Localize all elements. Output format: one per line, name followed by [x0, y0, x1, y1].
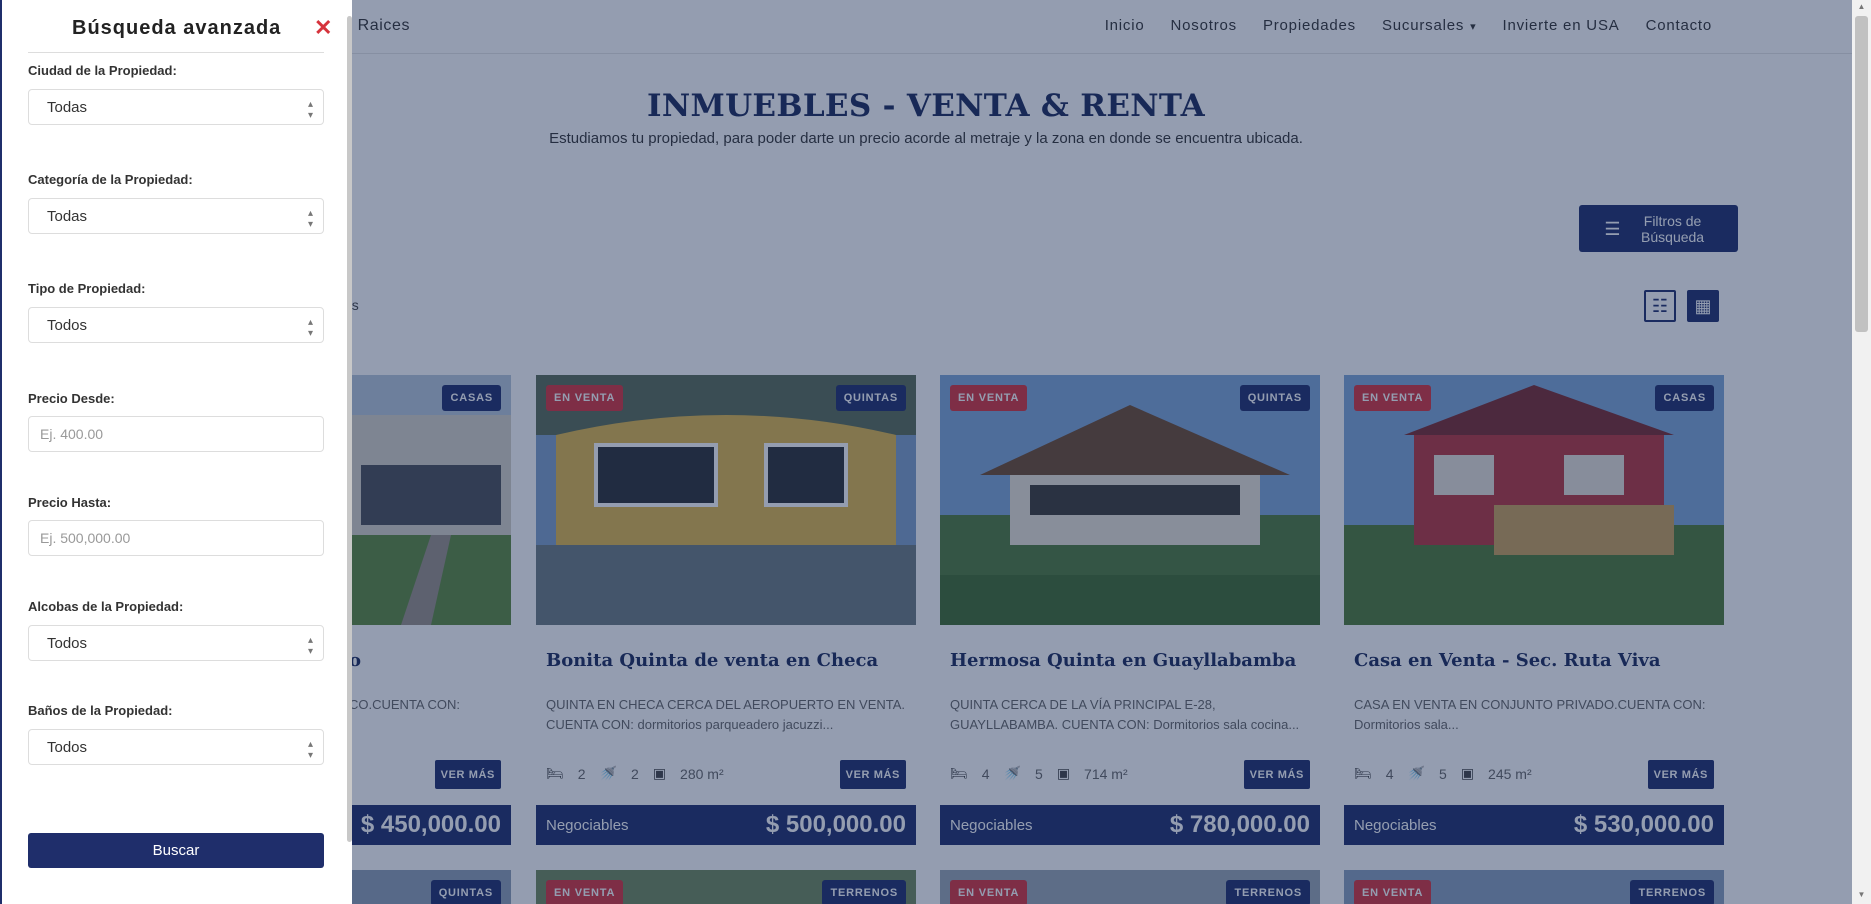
alcobas-select[interactable]: Todos ▴ ▾ [28, 625, 324, 661]
divider [28, 52, 324, 53]
alcobas-label: Alcobas de la Propiedad: [28, 599, 184, 614]
chevron-down-icon: ▴ ▾ [307, 317, 313, 339]
chevron-down-icon: ▴ ▾ [307, 208, 313, 230]
banos-label: Baños de la Propiedad: [28, 703, 173, 718]
categoria-select[interactable]: Todas ▴ ▾ [28, 198, 324, 234]
chevron-down-icon: ▴ ▾ [307, 635, 313, 657]
precio-desde-input[interactable]: Ej. 400.00 [28, 416, 324, 452]
advanced-search-panel: Búsqueda avanzada ✕ Ciudad de la Propied… [0, 0, 352, 904]
alcobas-value: Todos [47, 634, 88, 652]
chevron-down-icon: ▴ ▾ [307, 99, 313, 121]
scroll-thumb[interactable] [1855, 16, 1868, 332]
categoria-label: Categoría de la Propiedad: [28, 172, 193, 187]
chevron-down-icon: ▴ ▾ [307, 739, 313, 761]
panel-title: Búsqueda avanzada [72, 17, 282, 39]
banos-value: Todos [47, 738, 88, 756]
tipo-label: Tipo de Propiedad: [28, 281, 146, 296]
precio-hasta-input[interactable]: Ej. 500,000.00 [28, 520, 324, 556]
categoria-value: Todas [47, 207, 88, 225]
scroll-up-arrow[interactable]: ▲ [1852, 2, 1871, 11]
close-icon[interactable]: ✕ [314, 15, 332, 41]
precio-hasta-label: Precio Hasta: [28, 495, 112, 510]
tipo-select[interactable]: Todos ▴ ▾ [28, 307, 324, 343]
buscar-button[interactable]: Buscar [28, 833, 324, 868]
ciudad-select[interactable]: Todas ▴ ▾ [28, 89, 324, 125]
banos-select[interactable]: Todos ▴ ▾ [28, 729, 324, 765]
panel-scrollbar[interactable] [347, 16, 352, 842]
ciudad-label: Ciudad de la Propiedad: [28, 63, 177, 78]
precio-desde-label: Precio Desde: [28, 391, 115, 406]
tipo-value: Todos [47, 316, 88, 334]
page-scrollbar[interactable]: ▲ ▼ [1852, 0, 1871, 904]
scroll-down-arrow[interactable]: ▼ [1852, 890, 1871, 899]
ciudad-value: Todas [47, 98, 88, 116]
